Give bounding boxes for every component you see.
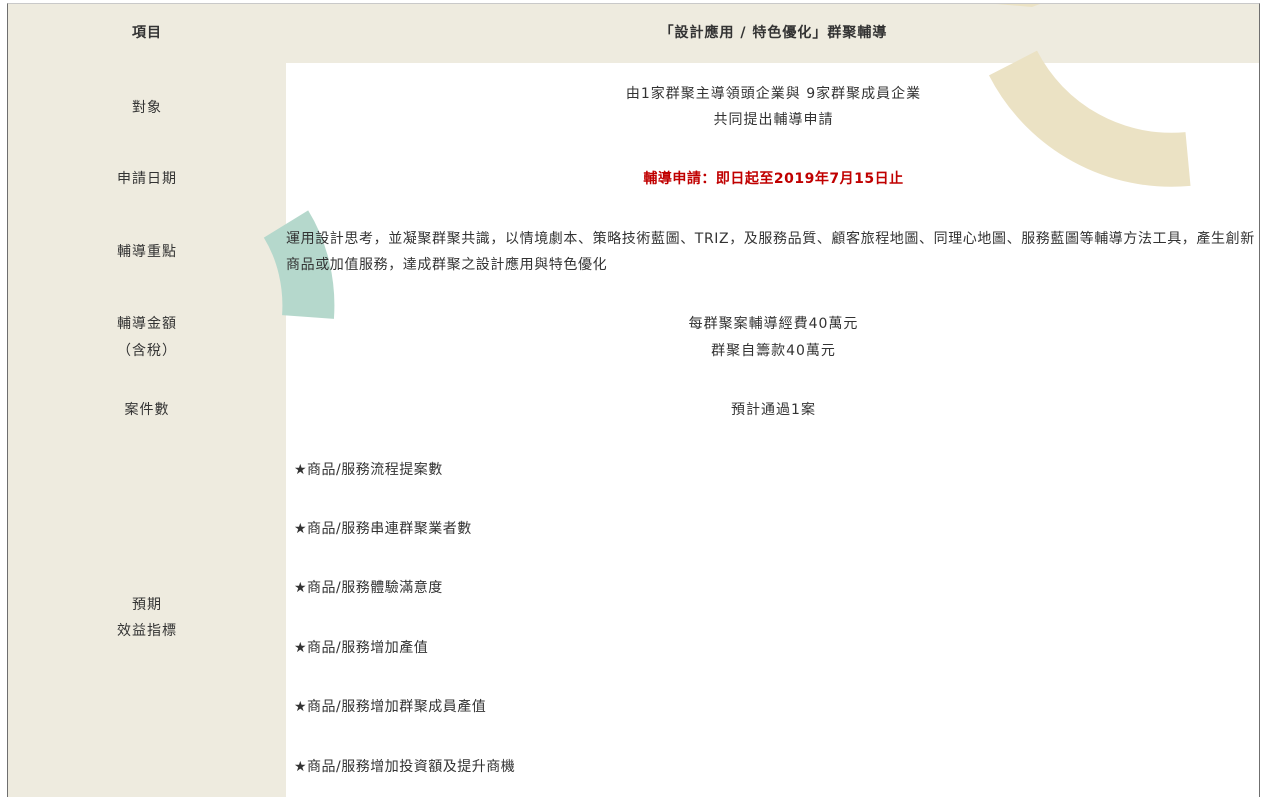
target-label: 對象 xyxy=(132,100,162,116)
item-label: 項目 xyxy=(132,25,162,41)
amount-label-line-1: 輔導金額 xyxy=(117,316,177,332)
kpi-label-line-1: 預期 xyxy=(132,597,162,613)
kpi-item: ★商品/服務串連群聚業者數 xyxy=(294,521,472,537)
amount-line-2: 群聚自籌款40萬元 xyxy=(711,343,836,359)
kpi-item: ★商品/服務體驗滿意度 xyxy=(294,580,443,596)
kpi-item: ★商品/服務流程提案數 xyxy=(294,462,443,478)
date-label: 申請日期 xyxy=(117,171,177,187)
item-value: 「設計應用 / 特色優化」群聚輔導 xyxy=(659,25,888,41)
cases-value: 預計通過1案 xyxy=(731,402,816,418)
kpi-item: ★商品/服務增加產值 xyxy=(294,640,429,656)
target-line-2: 共同提出輔導申請 xyxy=(713,112,834,128)
kpi-item: ★商品/服務增加群聚成員產值 xyxy=(294,699,487,715)
amount-line-1: 每群聚案輔導經費40萬元 xyxy=(688,316,859,332)
date-value: 輔導申請：即日起至2019年7月15日止 xyxy=(643,171,904,187)
info-table: 項目 「設計應用 / 特色優化」群聚輔導 對象 由1家群聚主導領頭企業與 9家群… xyxy=(7,3,1260,797)
kpi-label-line-2: 效益指標 xyxy=(117,623,177,639)
focus-value: 運用設計思考，並凝聚群聚共識，以情境劇本、策略技術藍圖、TRIZ，及服務品質、顧… xyxy=(286,231,1255,273)
amount-label-line-2: （含稅） xyxy=(117,343,177,359)
kpi-item: ★商品/服務增加投資額及提升商機 xyxy=(294,759,516,775)
target-line-1: 由1家群聚主導領頭企業與 9家群聚成員企業 xyxy=(625,86,922,102)
cases-label: 案件數 xyxy=(124,402,170,418)
focus-label: 輔導重點 xyxy=(117,244,177,260)
